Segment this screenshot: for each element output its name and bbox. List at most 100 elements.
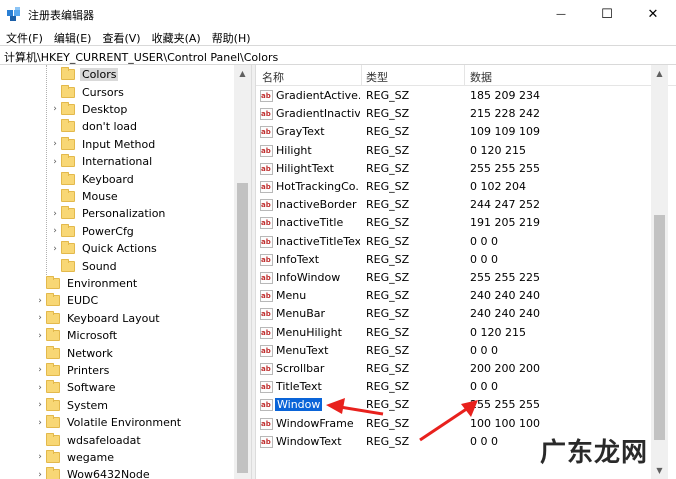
tree-item[interactable]: Network [34,344,115,361]
minimize-button[interactable]: — [538,0,584,28]
tree-item[interactable]: Cursors [49,83,126,100]
table-row[interactable]: ab Menu REG_SZ 240 240 240 [256,287,651,305]
tree-item[interactable]: Colors [49,66,119,83]
minimize-icon: — [556,8,566,20]
string-value-icon: ab [260,308,273,321]
tree-item[interactable]: Mouse [49,188,120,205]
tree-item[interactable]: › Microsoft [34,327,119,344]
expand-chevron-icon[interactable]: › [49,139,61,149]
table-row[interactable]: ab HotTrackingCo... REG_SZ 0 102 204 [256,178,651,196]
string-value-icon: ab [260,181,273,193]
tree-scroll-thumb[interactable] [237,183,248,473]
tree-item[interactable]: › PowerCfg [49,223,136,240]
tree-item[interactable]: › Personalization [49,205,167,222]
tree-item-label: Volatile Environment [67,416,182,430]
tree-item[interactable]: › Keyboard Layout [34,310,162,327]
tree-item[interactable]: › System [34,397,110,414]
folder-icon [46,397,60,411]
folder-icon [61,223,75,237]
table-row[interactable]: ab WindowFrame REG_SZ 100 100 100 [256,415,651,433]
string-value-icon: ab [260,199,273,212]
address-bar[interactable]: 计算机\HKEY_CURRENT_USER\Control Panel\Colo… [0,45,676,65]
tree-item[interactable]: › Quick Actions [49,240,159,257]
maximize-button[interactable]: ☐ [584,0,630,28]
table-row[interactable]: ab InactiveTitle REG_SZ 191 205 219 [256,214,651,232]
tree-item[interactable]: Sound [49,257,119,274]
folder-icon [46,380,60,394]
tree-item[interactable]: don't load [49,118,139,135]
expand-chevron-icon[interactable]: › [49,244,61,254]
column-header-type[interactable]: 类型 [366,69,388,85]
expand-chevron-icon[interactable]: › [34,365,46,375]
tree-item[interactable]: › wegame [34,449,116,466]
table-row[interactable]: ab MenuHilight REG_SZ 0 120 215 [256,324,651,342]
address-path: 计算机\HKEY_CURRENT_USER\Control Panel\Colo… [4,51,279,64]
expand-chevron-icon[interactable]: › [34,313,46,323]
table-row[interactable]: ab InactiveTitleText REG_SZ 0 0 0 [256,233,651,251]
value-data: 255 255 225 [470,271,540,284]
table-row[interactable]: ab Scrollbar REG_SZ 200 200 200 [256,360,651,378]
table-row[interactable]: ab Window REG_SZ 255 255 255 [256,396,651,414]
expand-chevron-icon[interactable]: › [49,226,61,236]
expand-chevron-icon[interactable]: › [34,331,46,341]
table-row[interactable]: ab TitleText REG_SZ 0 0 0 [256,378,651,396]
tree-item[interactable]: › Software [34,379,118,396]
menu-file[interactable]: 文件(F) [0,28,48,46]
menu-favorites[interactable]: 收藏夹(A) [146,28,206,46]
tree-item[interactable]: › Input Method [49,136,157,153]
value-type: REG_SZ [366,398,410,412]
string-value-icon: ab [260,126,273,139]
value-name: InactiveTitleText [276,234,360,248]
list-scrollbar[interactable]: ▲ ▼ [651,65,668,479]
menu-edit[interactable]: 编辑(E) [48,28,97,46]
table-row[interactable]: ab MenuBar REG_SZ 240 240 240 [256,305,651,323]
value-name: GrayText [276,125,325,139]
tree-item[interactable]: Environment [34,275,139,292]
list-scroll-down-icon[interactable]: ▼ [651,462,668,479]
tree-item[interactable]: › Printers [34,362,111,379]
expand-chevron-icon[interactable]: › [34,400,46,410]
table-row[interactable]: ab MenuText REG_SZ 0 0 0 [256,342,651,360]
tree-item[interactable]: › Desktop [49,101,129,118]
column-header-name[interactable]: 名称 [262,69,284,85]
expand-chevron-icon[interactable]: › [49,209,61,219]
tree-item[interactable]: wdsafeloadat [34,431,143,448]
list-scroll-thumb[interactable] [654,215,665,440]
expand-chevron-icon[interactable]: › [49,104,61,114]
tree-item[interactable]: › Volatile Environment [34,414,183,431]
expand-chevron-icon[interactable]: › [34,452,46,462]
value-data: 191 205 219 [470,216,540,230]
column-header-data[interactable]: 数据 [470,69,492,85]
tree-item[interactable]: Keyboard [49,170,136,187]
expand-chevron-icon[interactable]: › [34,470,46,479]
expand-chevron-icon[interactable]: › [34,418,46,428]
expand-chevron-icon[interactable]: › [34,383,46,393]
tree-scrollbar[interactable]: ▲ [234,65,251,479]
folder-icon [46,345,60,359]
table-row[interactable]: abGradientInactiv... REG_SZ 215 228 242 [256,105,651,123]
column-divider[interactable] [361,65,362,86]
tree-item[interactable]: › Wow6432Node [34,466,152,479]
string-value-icon: ab [260,326,273,339]
tree-item[interactable]: › International [49,153,154,170]
column-divider[interactable] [464,65,465,86]
table-row[interactable]: ab GradientActive... REG_SZ 185 209 234 [256,87,651,105]
table-row[interactable]: ab InactiveBorder REG_SZ 244 247 252 [256,196,651,214]
table-row[interactable]: ab HilightText REG_SZ 255 255 255 [256,160,651,178]
table-row[interactable]: ab GrayText REG_SZ 109 109 109 [256,123,651,141]
menu-view[interactable]: 查看(V) [96,28,145,46]
value-name: Menu [276,289,307,303]
list-scroll-up-icon[interactable]: ▲ [651,65,668,82]
table-row[interactable]: ab Hilight REG_SZ 0 120 215 [256,142,651,160]
expand-chevron-icon[interactable]: › [49,157,61,167]
string-value-icon: ab [260,272,273,284]
tree-item[interactable]: › EUDC [34,292,100,309]
menu-help[interactable]: 帮助(H) [206,28,256,46]
value-type: REG_SZ [366,143,410,157]
expand-chevron-icon[interactable]: › [34,296,46,306]
table-row[interactable]: ab InfoWindow REG_SZ 255 255 225 [256,269,651,287]
tree-scroll-up-icon[interactable]: ▲ [234,65,251,82]
close-button[interactable]: ✕ [630,0,676,28]
folder-icon [61,206,75,220]
table-row[interactable]: ab InfoText REG_SZ 0 0 0 [256,251,651,269]
